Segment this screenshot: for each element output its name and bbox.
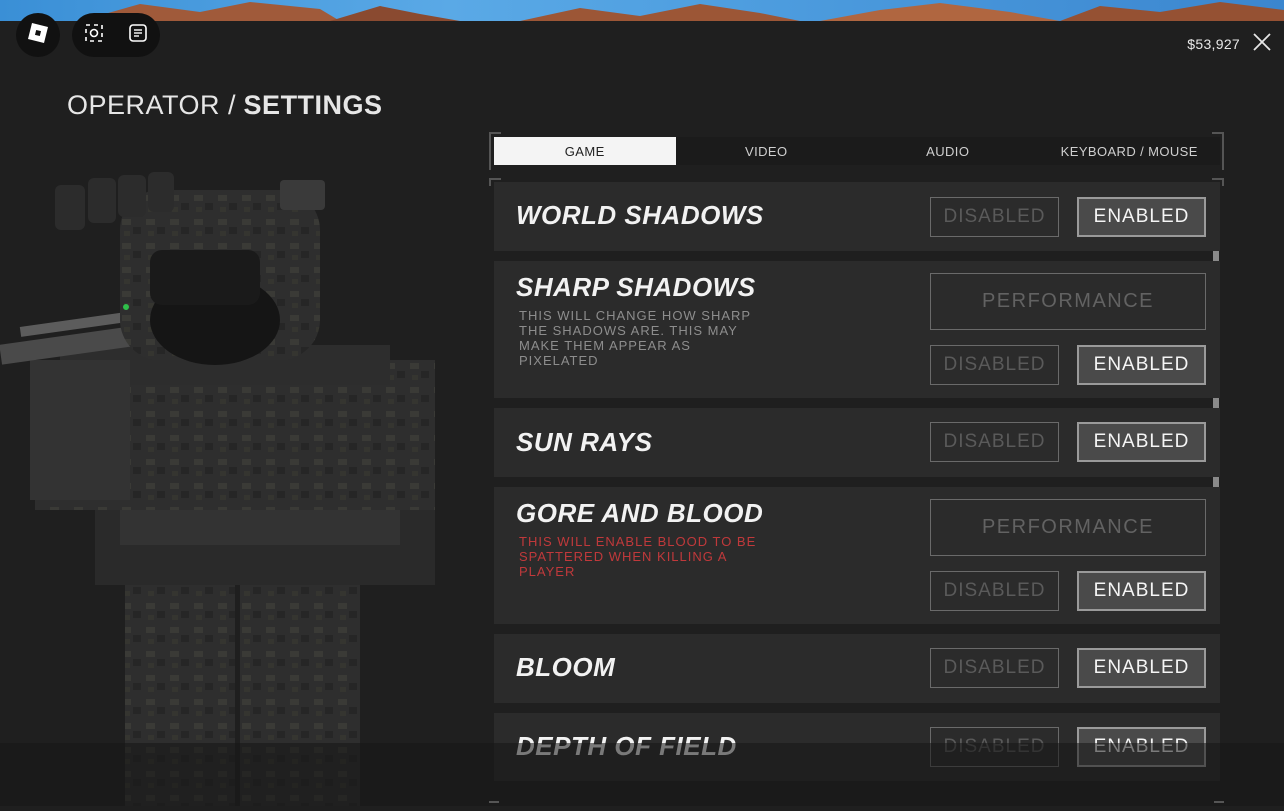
- breadcrumb[interactable]: OPERATOR /: [67, 90, 236, 120]
- setting-title: GORE AND BLOOD: [516, 498, 764, 528]
- close-icon[interactable]: [1252, 32, 1272, 52]
- tab-keyboard-mouse[interactable]: KEYBOARD / MOUSE: [1038, 137, 1220, 165]
- setting-sharp-shadows: SHARP SHADOWS THIS WILL CHANGE HOW SHARP…: [494, 261, 1220, 398]
- chat-icon[interactable]: [128, 23, 148, 48]
- settings-tabs: GAME VIDEO AUDIO KEYBOARD / MOUSE: [494, 137, 1220, 165]
- disabled-button[interactable]: DISABLED: [930, 345, 1059, 385]
- performance-label: PERFORMANCE: [930, 273, 1206, 330]
- enabled-button[interactable]: ENABLED: [1077, 345, 1206, 385]
- disabled-button[interactable]: DISABLED: [930, 648, 1059, 688]
- setting-gore-and-blood: GORE AND BLOOD THIS WILL ENABLE BLOOD TO…: [494, 487, 1220, 624]
- enabled-button[interactable]: ENABLED: [1077, 197, 1206, 237]
- setting-title: BLOOM: [516, 652, 616, 682]
- setting-title: WORLD SHADOWS: [516, 200, 764, 230]
- currency-balance: $53,927: [1187, 36, 1240, 52]
- setting-world-shadows: WORLD SHADOWS DISABLED ENABLED: [494, 182, 1220, 251]
- list-frame-bottom: [489, 801, 1224, 803]
- roblox-menu-button[interactable]: [16, 13, 60, 57]
- enabled-button[interactable]: ENABLED: [1077, 422, 1206, 462]
- capture-icon[interactable]: [84, 23, 104, 48]
- tab-audio[interactable]: AUDIO: [857, 137, 1039, 165]
- operator-character-preview: [0, 140, 470, 806]
- page-title-current: SETTINGS: [243, 90, 383, 120]
- setting-sun-rays: SUN RAYS DISABLED ENABLED: [494, 408, 1220, 477]
- enabled-button[interactable]: ENABLED: [1077, 648, 1206, 688]
- enabled-button[interactable]: ENABLED: [1077, 571, 1206, 611]
- setting-title: SHARP SHADOWS: [516, 272, 756, 302]
- setting-title: SUN RAYS: [516, 427, 653, 457]
- page-title: OPERATOR / SETTINGS: [67, 90, 383, 121]
- tab-video[interactable]: VIDEO: [675, 137, 857, 165]
- tab-game[interactable]: GAME: [494, 137, 676, 165]
- bottom-overlay: [0, 743, 1284, 806]
- roblox-toolbar: [72, 13, 160, 57]
- setting-bloom: BLOOM DISABLED ENABLED: [494, 634, 1220, 703]
- disabled-button[interactable]: DISABLED: [930, 422, 1059, 462]
- performance-label: PERFORMANCE: [930, 499, 1206, 556]
- setting-description: THIS WILL ENABLE BLOOD TO BE SPATTERED W…: [519, 534, 757, 579]
- setting-description: THIS WILL CHANGE HOW SHARP THE SHADOWS A…: [519, 308, 751, 368]
- roblox-logo-icon: [27, 22, 49, 49]
- background-scenery: [0, 0, 1284, 21]
- disabled-button[interactable]: DISABLED: [930, 197, 1059, 237]
- disabled-button[interactable]: DISABLED: [930, 571, 1059, 611]
